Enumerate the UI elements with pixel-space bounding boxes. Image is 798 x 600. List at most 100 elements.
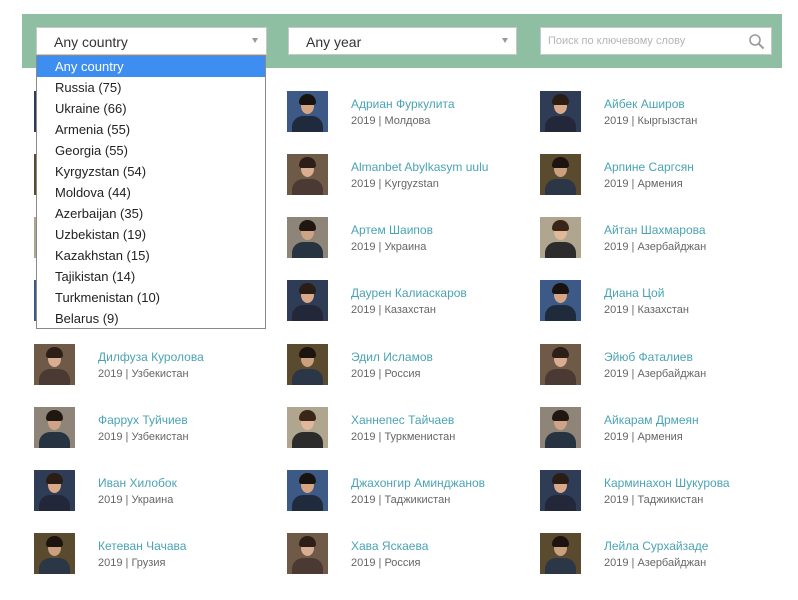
person-photo[interactable]	[540, 91, 581, 132]
chevron-down-icon	[502, 38, 508, 43]
country-option[interactable]: Kyrgyzstan (54)	[37, 161, 265, 182]
person-card[interactable]: Хава Яскаева 2019 | Россия	[287, 533, 527, 577]
person-photo[interactable]	[34, 470, 75, 511]
person-year-country: 2019 | Таджикистан	[351, 494, 451, 506]
person-card[interactable]: Адриан Фуркулита 2019 | Молдова	[287, 91, 527, 135]
person-name-link[interactable]: Лейла Сурхайзаде	[604, 539, 708, 553]
country-option[interactable]: Uzbekistan (19)	[37, 224, 265, 245]
person-photo[interactable]	[34, 344, 75, 385]
person-card[interactable]: Иван Хилобок 2019 | Украина	[34, 470, 274, 514]
person-card[interactable]: Эдил Исламов 2019 | Россия	[287, 344, 527, 388]
person-photo[interactable]	[287, 91, 328, 132]
person-name-link[interactable]: Артем Шаипов	[351, 223, 433, 237]
person-name-link[interactable]: Арпине Саргсян	[604, 160, 694, 174]
person-name-link[interactable]: Эдил Исламов	[351, 350, 433, 364]
person-name-link[interactable]: Карминахон Шукурова	[604, 476, 730, 490]
year-select[interactable]: Any year	[288, 27, 517, 55]
person-year-country: 2019 | Азербайджан	[604, 368, 707, 380]
search-box	[540, 27, 772, 55]
country-select[interactable]: Any country	[36, 27, 267, 55]
person-name-link[interactable]: Даурен Калиаскаров	[351, 286, 467, 300]
person-name-link[interactable]: Диана Цой	[604, 286, 664, 300]
person-card[interactable]: Лейла Сурхайзаде 2019 | Азербайджан	[540, 533, 780, 577]
person-name-link[interactable]: Иван Хилобок	[98, 476, 177, 490]
person-card[interactable]: Кетеван Чачава 2019 | Грузия	[34, 533, 274, 577]
person-year-country: 2019 | Армения	[604, 431, 683, 443]
person-name-link[interactable]: Фаррух Туйчиев	[98, 413, 188, 427]
country-option[interactable]: Tajikistan (14)	[37, 266, 265, 287]
person-name-link[interactable]: Хава Яскаева	[351, 539, 428, 553]
person-photo[interactable]	[287, 154, 328, 195]
person-card[interactable]: Фаррух Туйчиев 2019 | Узбекистан	[34, 407, 274, 451]
person-card[interactable]: Дилфуза Куролова 2019 | Узбекистан	[34, 344, 274, 388]
person-photo[interactable]	[540, 280, 581, 321]
country-option[interactable]: Turkmenistan (10)	[37, 287, 265, 308]
person-photo[interactable]	[287, 470, 328, 511]
person-photo[interactable]	[34, 407, 75, 448]
person-card[interactable]: Айтан Шахмарова 2019 | Азербайджан	[540, 217, 780, 261]
person-year-country: 2019 | Армения	[604, 178, 683, 190]
person-name-link[interactable]: Джахонгир Аминджанов	[351, 476, 485, 490]
country-option[interactable]: Kazakhstan (15)	[37, 245, 265, 266]
country-option[interactable]: Russia (75)	[37, 77, 265, 98]
person-photo[interactable]	[540, 154, 581, 195]
person-name-link[interactable]: Айтан Шахмарова	[604, 223, 706, 237]
person-name-link[interactable]: Almanbet Abylkasym uulu	[351, 160, 488, 174]
person-year-country: 2019 | Россия	[351, 368, 421, 380]
person-card[interactable]: Айкарам Дрмеян 2019 | Армения	[540, 407, 780, 451]
person-photo[interactable]	[34, 533, 75, 574]
person-card[interactable]: Даурен Калиаскаров 2019 | Казахстан	[287, 280, 527, 324]
person-year-country: 2019 | Грузия	[98, 557, 166, 569]
person-name-link[interactable]: Эйюб Фаталиев	[604, 350, 693, 364]
person-name-link[interactable]: Кетеван Чачава	[98, 539, 186, 553]
person-year-country: 2019 | Молдова	[351, 115, 431, 127]
person-year-country: 2019 | Узбекистан	[98, 368, 189, 380]
person-year-country: 2019 | Украина	[351, 241, 427, 253]
person-photo[interactable]	[540, 407, 581, 448]
person-card[interactable]: Арпине Саргсян 2019 | Армения	[540, 154, 780, 198]
person-year-country: 2019 | Узбекистан	[98, 431, 189, 443]
person-name-link[interactable]: Дилфуза Куролова	[98, 350, 204, 364]
country-option[interactable]: Armenia (55)	[37, 119, 265, 140]
person-name-link[interactable]: Адриан Фуркулита	[351, 97, 455, 111]
person-year-country: 2019 | Казахстан	[351, 304, 436, 316]
country-dropdown-list: Any country Russia (75) Ukraine (66) Armeni…	[36, 55, 266, 329]
person-card[interactable]: Эйюб Фаталиев 2019 | Азербайджан	[540, 344, 780, 388]
person-name-link[interactable]: Ханнепес Тайчаев	[351, 413, 454, 427]
person-card[interactable]: Ханнепес Тайчаев 2019 | Туркменистан	[287, 407, 527, 451]
person-name-link[interactable]: Айкарам Дрмеян	[604, 413, 699, 427]
search-icon[interactable]	[748, 33, 765, 50]
person-photo[interactable]	[287, 533, 328, 574]
person-photo[interactable]	[540, 533, 581, 574]
person-photo[interactable]	[540, 470, 581, 511]
person-year-country: 2019 | Россия	[351, 557, 421, 569]
year-select-value: Any year	[306, 34, 362, 50]
person-name-link[interactable]: Айбек Аширов	[604, 97, 685, 111]
person-card[interactable]: Диана Цой 2019 | Казахстан	[540, 280, 780, 324]
person-year-country: 2019 | Кыргызстан	[604, 115, 698, 127]
country-option[interactable]: Azerbaijan (35)	[37, 203, 265, 224]
person-year-country: 2019 | Азербайджан	[604, 241, 707, 253]
search-input[interactable]	[548, 28, 743, 54]
person-photo[interactable]	[287, 407, 328, 448]
country-option[interactable]: Any country	[37, 56, 265, 77]
country-option[interactable]: Ukraine (66)	[37, 98, 265, 119]
chevron-down-icon	[252, 38, 258, 43]
person-year-country: 2019 | Туркменистан	[351, 431, 456, 443]
person-year-country: 2019 | Украина	[98, 494, 174, 506]
country-select-value: Any country	[54, 34, 128, 50]
person-card[interactable]: Артем Шаипов 2019 | Украина	[287, 217, 527, 261]
person-card[interactable]: Карминахон Шукурова 2019 | Таджикистан	[540, 470, 780, 514]
country-option[interactable]: Belarus (9)	[37, 308, 265, 329]
person-card[interactable]: Almanbet Abylkasym uulu 2019 | Kyrgyzstan	[287, 154, 527, 198]
person-card[interactable]: Айбек Аширов 2019 | Кыргызстан	[540, 91, 780, 135]
person-photo[interactable]	[540, 344, 581, 385]
country-option[interactable]: Georgia (55)	[37, 140, 265, 161]
person-photo[interactable]	[287, 280, 328, 321]
person-photo[interactable]	[287, 344, 328, 385]
person-photo[interactable]	[287, 217, 328, 258]
person-card[interactable]: Джахонгир Аминджанов 2019 | Таджикистан	[287, 470, 527, 514]
country-option[interactable]: Moldova (44)	[37, 182, 265, 203]
person-year-country: 2019 | Азербайджан	[604, 557, 707, 569]
person-photo[interactable]	[540, 217, 581, 258]
